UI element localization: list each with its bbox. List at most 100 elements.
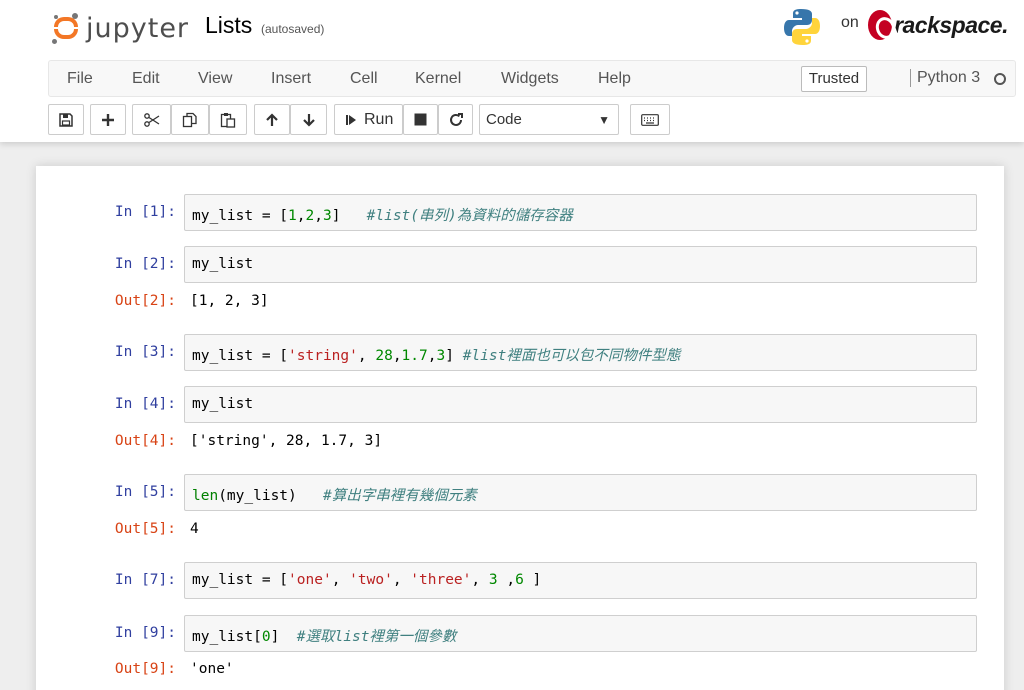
input-prompt: In [4]:	[114, 396, 176, 412]
menu-edit[interactable]: Edit	[132, 70, 160, 88]
code-token-number: 6	[515, 572, 524, 588]
code-token: my_list = [	[192, 208, 289, 224]
code-token-number: 1.7	[401, 348, 428, 364]
code-token: ]	[331, 208, 367, 224]
copy-button[interactable]	[171, 104, 209, 135]
trusted-indicator[interactable]: Trusted	[801, 66, 867, 92]
input-prompt: In [7]:	[114, 572, 176, 588]
notebook-header: jupyter Lists (autosaved) on rackspace. …	[0, 0, 1024, 142]
autosave-status: (autosaved)	[261, 22, 325, 36]
code-input[interactable]: my_list = ['string', 28,1.7,3] #list裡面也可…	[184, 334, 977, 371]
copy-icon	[182, 112, 197, 127]
input-prompt: In [2]:	[114, 256, 176, 272]
code-input[interactable]: my_list	[184, 386, 977, 423]
input-prompt: In [9]:	[114, 625, 176, 641]
paste-button[interactable]	[209, 104, 247, 135]
cell-type-select[interactable]: Code ▼	[479, 104, 619, 135]
jupyter-logo[interactable]: jupyter	[52, 10, 192, 46]
move-up-button[interactable]	[254, 104, 290, 135]
output-prompt: Out[2]:	[114, 293, 176, 309]
code-token-number: 3	[322, 208, 332, 224]
save-button[interactable]	[48, 104, 84, 135]
code-token: ]	[445, 348, 463, 364]
code-token-number: 3	[436, 348, 446, 364]
cell-output: [1, 2, 3]	[190, 293, 269, 309]
menu-insert[interactable]: Insert	[271, 70, 311, 88]
command-palette-button[interactable]	[630, 104, 670, 135]
code-input[interactable]: len(my_list) #算出字串裡有幾個元素	[184, 474, 977, 511]
interrupt-button[interactable]	[403, 104, 438, 135]
code-comment: #選取list裡第一個參數	[296, 629, 457, 645]
move-down-button[interactable]	[290, 104, 327, 135]
run-button-label: Run	[364, 110, 394, 128]
code-comment: #算出字串裡有幾個元素	[322, 488, 477, 504]
plus-icon	[102, 113, 114, 126]
notebook-container: In [1]: my_list = [1,2,3] #list(串列)為資料的儲…	[36, 166, 1004, 690]
code-token-number: 28	[375, 348, 393, 364]
code-token: ,	[471, 572, 489, 588]
rackspace-logo-icon	[868, 10, 893, 40]
input-prompt: In [5]:	[114, 484, 176, 500]
cut-button[interactable]	[132, 104, 171, 135]
menu-kernel[interactable]: Kernel	[415, 70, 461, 88]
rackspace-logo[interactable]: rackspace.	[868, 8, 1008, 42]
kernel-idle-icon	[994, 73, 1006, 85]
code-token-string: 'two'	[349, 572, 393, 588]
menu-help[interactable]: Help	[598, 70, 631, 88]
cell-output: 4	[190, 521, 199, 537]
menu-widgets[interactable]: Widgets	[501, 70, 559, 88]
cell-output: ['string', 28, 1.7, 3]	[190, 433, 383, 449]
step-forward-icon	[346, 114, 356, 125]
code-token: my_list = [	[192, 348, 289, 364]
input-prompt: In [3]:	[114, 344, 176, 360]
code-token-string: 'string'	[288, 348, 358, 364]
code-input[interactable]: my_list[0] #選取list裡第一個參數	[184, 615, 977, 652]
code-comment: #list(串列)為資料的儲存容器	[366, 208, 573, 224]
code-input[interactable]: my_list	[184, 246, 977, 283]
kernel-name: Python 3	[910, 69, 980, 87]
insert-cell-button[interactable]	[90, 104, 126, 135]
notebook-title[interactable]: Lists	[205, 12, 252, 39]
code-token: ,	[296, 208, 306, 224]
restart-kernel-button[interactable]	[438, 104, 473, 135]
output-prompt: Out[9]:	[114, 661, 176, 677]
code-input[interactable]: my_list = [1,2,3] #list(串列)為資料的儲存容器	[184, 194, 977, 231]
input-prompt: In [1]:	[114, 204, 176, 220]
arrow-down-icon	[302, 113, 315, 127]
code-token: (my_list)	[218, 488, 323, 504]
code-token: ,	[392, 348, 402, 364]
code-token: ,	[497, 572, 516, 588]
code-token-string: 'one'	[288, 572, 332, 588]
keyboard-icon	[641, 113, 659, 126]
dropdown-caret-icon: ▼	[598, 113, 610, 127]
code-token: ,	[314, 208, 323, 224]
code-input[interactable]: my_list = ['one', 'two', 'three', 3 ,6 ]	[184, 562, 977, 599]
cell-output: 'one'	[190, 661, 234, 677]
code-token-number: 0	[261, 629, 271, 645]
code-token: ,	[357, 348, 376, 364]
run-button[interactable]: Run	[334, 104, 403, 135]
refresh-icon	[449, 112, 463, 126]
code-token: ,	[392, 572, 411, 588]
menubar: File Edit View Insert Cell Kernel Widget…	[48, 60, 1016, 97]
paste-icon	[220, 112, 236, 128]
stop-icon	[414, 113, 427, 126]
code-token-builtin: len	[192, 488, 219, 504]
rackspace-logo-text: rackspace.	[894, 11, 1008, 38]
code-token: ]	[270, 629, 297, 645]
code-token: my_list	[192, 396, 254, 412]
code-token: my_list = [	[192, 572, 289, 588]
code-token: my_list	[192, 256, 254, 272]
jupyter-logo-icon	[52, 13, 80, 44]
code-token-number: 2	[305, 208, 315, 224]
menu-file[interactable]: File	[67, 70, 93, 88]
output-prompt: Out[4]:	[114, 433, 176, 449]
code-token: my_list[	[192, 629, 262, 645]
menu-cell[interactable]: Cell	[350, 70, 378, 88]
cell-type-value: Code	[486, 111, 522, 128]
menu-view[interactable]: View	[198, 70, 232, 88]
code-token-string: 'three'	[410, 572, 472, 588]
jupyter-logo-text: jupyter	[86, 12, 190, 44]
code-token: ]	[523, 572, 542, 588]
scissors-icon	[143, 112, 159, 127]
